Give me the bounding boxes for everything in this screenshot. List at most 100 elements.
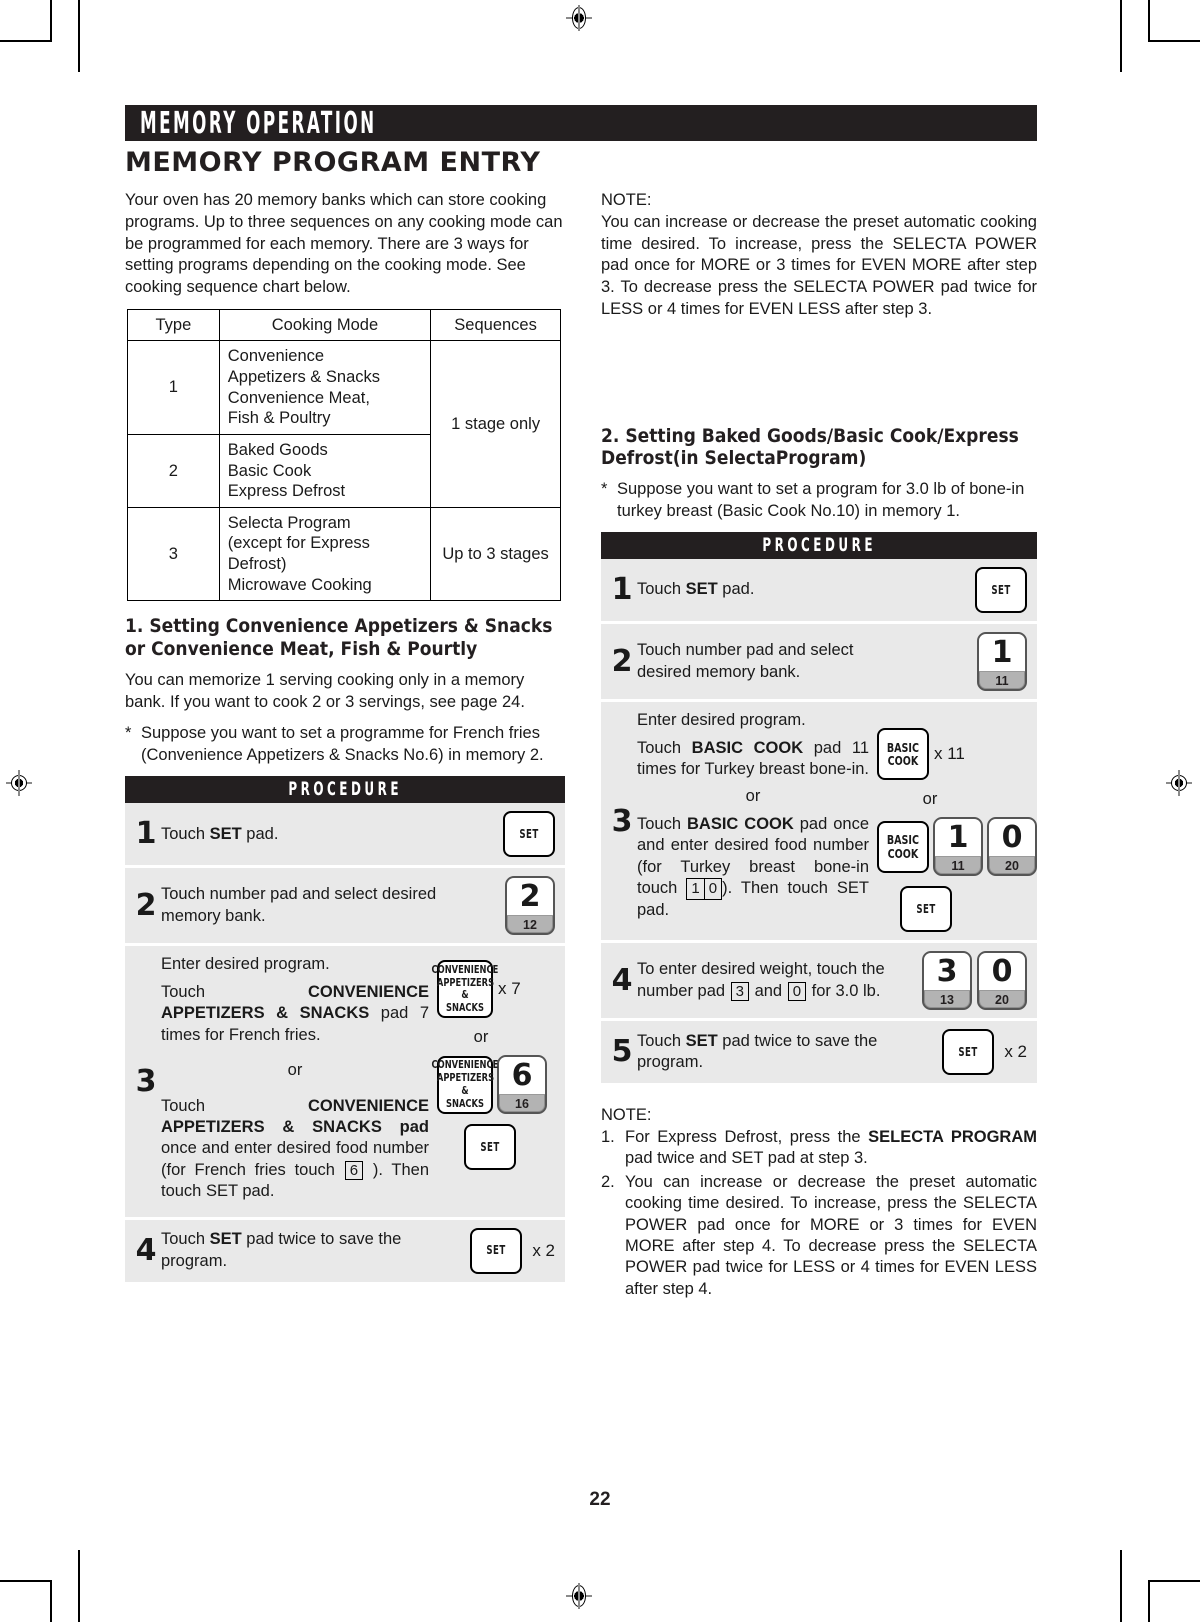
crop-mark-tl-h [0, 40, 52, 42]
step4-text-post: for 3.0 lb. [807, 981, 881, 1000]
step-number: 3 [135, 1064, 157, 1100]
step-number: 1 [611, 572, 633, 608]
note-top-title: NOTE: [601, 191, 652, 209]
note-item-post: pad twice and SET pad at step 3. [625, 1149, 868, 1168]
step-text-post: pad. [717, 580, 755, 599]
basic-cook-pad-key-2[interactable]: BASIC COOK [877, 820, 929, 873]
note-bottom-item-1: 1. For Express Defrost, press the SELECT… [601, 1127, 1037, 1170]
step3-keys-row-a: BASIC COOK x 11 [877, 728, 1027, 781]
number-pad-key-1[interactable]: 3 13 [922, 951, 972, 1011]
registration-mark-right [1166, 770, 1192, 796]
crop-mark-bl2-v [78, 1550, 80, 1622]
step-text: Touch SET pad. [161, 824, 443, 845]
cell-sequence-3: Up to 3 stages [430, 506, 561, 602]
cell-type-2: 2 [127, 433, 220, 508]
procedure2-step-3: 3 Enter desired program. Touch BASIC COO… [601, 702, 1037, 941]
option-a-bold: BASIC COOK [691, 738, 804, 757]
conv-key2-line-3: & SNACKS [446, 1084, 484, 1110]
crop-mark-tr-v [1148, 0, 1150, 42]
number-pad-key-1[interactable]: 1 11 [933, 817, 983, 877]
boxed-number-2: 0 [703, 879, 721, 899]
step3-keys-row-b: BASIC COOK 1 11 0 20 [877, 817, 1037, 877]
option-a-pre: Touch [161, 982, 308, 1001]
convenience-appetizers-snacks-pad-key[interactable]: CONVENIENCE APPETIZERS & SNACKS [432, 960, 498, 1019]
step-number: 3 [611, 803, 633, 839]
crop-mark-tl2-v [78, 0, 80, 72]
step3-multiplier-a: x 7 [498, 979, 521, 999]
table-header-row: Type Cooking Mode Sequences [127, 308, 561, 342]
step4-text-pre: Touch [161, 1230, 210, 1249]
step-keys: 2 12 [443, 876, 555, 936]
boxed-number: 6 [344, 1160, 364, 1181]
procedure-step-1: 1 Touch SET pad. SET [125, 803, 565, 866]
number-pad-sublabel: 13 [940, 992, 954, 1007]
number-pad-sublabel: 11 [995, 673, 1009, 688]
number-pad-key[interactable]: 1 11 [977, 632, 1027, 692]
step-text-pre: Touch [637, 580, 686, 599]
step-text-bold: SET [685, 580, 718, 599]
set-pad-key[interactable]: SET [942, 1029, 995, 1076]
basic-cook-pad-key[interactable]: BASIC COOK [877, 728, 929, 781]
step-number: 4 [135, 1232, 157, 1268]
section2-star-text: Suppose you want to set a program for 3.… [617, 480, 1025, 520]
note-item-text: You can increase or decrease the preset … [625, 1172, 1037, 1298]
set-pad-key[interactable]: SET [464, 1124, 516, 1171]
procedure2-step-1: 1 Touch SET pad. SET [601, 559, 1037, 622]
step-text-block: Enter desired program. Touch CONVENIENCE… [161, 954, 437, 1208]
number-pad-key[interactable]: 2 12 [505, 876, 555, 936]
step3-set-key-wrap: SET [877, 886, 1027, 933]
step-text: Touch SET pad twice to save the program. [161, 1229, 443, 1272]
note-item-number: 2. [601, 1172, 615, 1191]
procedure-header-1: PROCEDURE [125, 776, 565, 804]
conv-key-line-3: & SNACKS [446, 989, 484, 1015]
set-pad-key[interactable]: SET [975, 567, 1027, 614]
procedure2-step-5: 5 Touch SET pad twice to save the progra… [601, 1021, 1037, 1084]
number-pad-sublabel: 20 [995, 992, 1009, 1007]
page-content: MEMORY OPERATION MEMORY PROGRAM ENTRY Yo… [125, 105, 1037, 1302]
step3-option-a: Touch BASIC COOK pad 11 times for Turkey… [637, 738, 869, 781]
procedure-step-3: 3 Enter desired program. Touch CONVENIEN… [125, 946, 565, 1217]
procedure-step-2: 2 Touch number pad and select desired me… [125, 868, 565, 944]
step3-or-text: or [745, 787, 761, 806]
set-pad-label: SET [486, 1243, 506, 1258]
option-b-pre: Touch [637, 814, 687, 833]
note-bottom-item-2: 2. You can increase or decrease the pres… [601, 1172, 1037, 1301]
section1-heading: 1. Setting Convenience Appetizers & Snac… [125, 615, 553, 661]
number-pad-key-2[interactable]: 0 20 [987, 817, 1037, 877]
section2-heading: 2. Setting Baked Goods/Basic Cook/Expres… [601, 424, 1019, 470]
number-pad-key[interactable]: 6 16 [497, 1055, 547, 1115]
step-keys: SET [915, 567, 1027, 614]
step3-lead: Enter desired program. [637, 711, 806, 730]
boxed-number-1: 1 [691, 880, 700, 898]
crop-mark-tr-h [1148, 40, 1200, 42]
conv-key-line-2: APPETIZERS [436, 976, 494, 989]
set-pad-key[interactable]: SET [503, 811, 555, 858]
step-text: Touch SET pad. [637, 579, 915, 600]
crop-mark-bl-v [50, 1580, 52, 1622]
set-pad-key[interactable]: SET [900, 886, 952, 933]
number-pad-key-2[interactable]: 0 20 [977, 951, 1027, 1011]
step3-option-a: Touch CONVENIENCE APPETIZERS & SNACKS pa… [161, 982, 429, 1046]
step4-multiplier: x 2 [532, 1240, 555, 1260]
page-number: 22 [589, 1489, 611, 1510]
conv-key2-line-1: CONVENIENCE [431, 1059, 499, 1072]
step-text-post: pad. [241, 824, 279, 843]
section1-star-marker: * [125, 724, 132, 743]
table-row: 1 Convenience Appetizers & Snacks Conven… [127, 340, 561, 508]
basic-key2-line-2: COOK [887, 845, 919, 861]
crop-mark-br2-v [1120, 1550, 1122, 1622]
procedure-step-4: 4 Touch SET pad twice to save the progra… [125, 1219, 565, 1282]
conv-key-line-1: CONVENIENCE [431, 963, 499, 976]
boxed-number-2: 0 [787, 981, 807, 1001]
set-pad-label: SET [958, 1044, 978, 1059]
step-keys: SET x 2 [915, 1029, 1027, 1076]
set-pad-label: SET [480, 1140, 500, 1155]
number-pad-sublabel: 16 [515, 1096, 529, 1111]
step-keys: 1 11 [915, 632, 1027, 692]
set-pad-key[interactable]: SET [470, 1227, 523, 1274]
note-item-text: For Express Defrost, press the SELECTA P… [625, 1127, 1037, 1170]
cell-mode-1: Convenience Appetizers & Snacks Convenie… [218, 340, 432, 435]
number-pad-digit: 1 [979, 634, 1025, 673]
step3-keys-row-a: CONVENIENCE APPETIZERS & SNACKS x 7 [432, 960, 555, 1019]
convenience-appetizers-snacks-pad-key-2[interactable]: CONVENIENCE APPETIZERS & SNACKS [432, 1055, 498, 1114]
